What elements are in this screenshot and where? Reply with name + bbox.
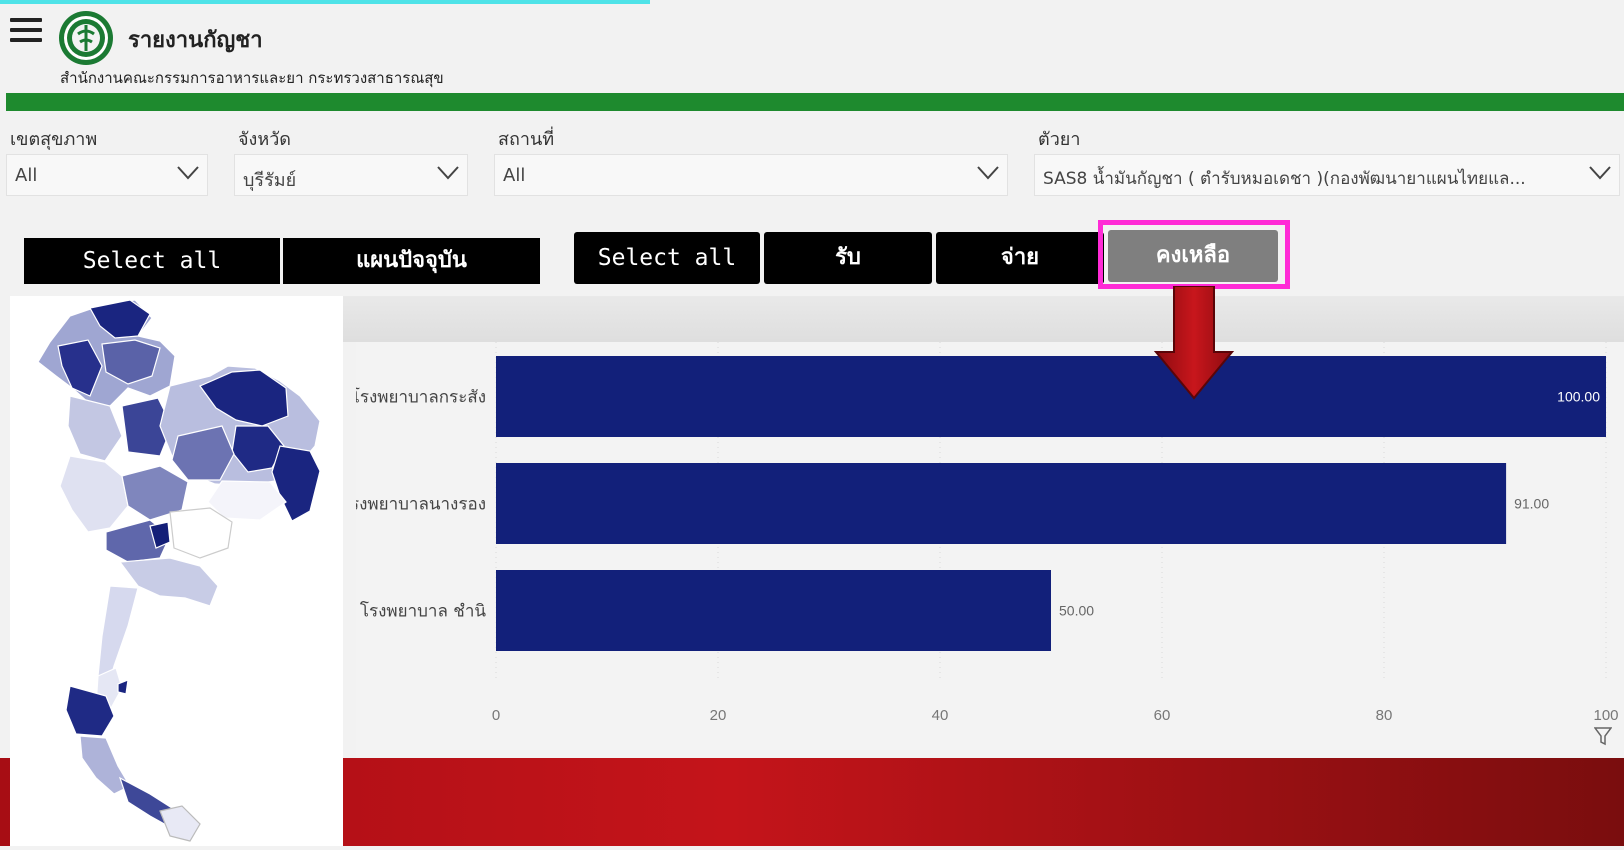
- header-divider: [6, 93, 1624, 111]
- chevron-down-icon: [977, 166, 999, 180]
- bar[interactable]: [496, 570, 1051, 651]
- dropdown-value: All: [503, 165, 526, 186]
- chevron-down-icon: [1589, 166, 1611, 180]
- background-strip: [343, 296, 1624, 342]
- chart-svg: 0 20 40 60 80 100 โรงพยาบาลกระสัง 100.00 โรงพยาบ…: [341, 342, 1619, 724]
- filter-label-province: จังหวัด: [238, 129, 291, 150]
- location-dropdown[interactable]: All: [494, 154, 1008, 196]
- filter-label-health-region: เขตสุขภาพ: [10, 129, 98, 150]
- x-tick-label: 100: [1593, 707, 1618, 724]
- x-tick-label: 60: [1154, 707, 1171, 724]
- drug-dropdown[interactable]: SAS8 น้ำมันกัญชา ( ตำรับหมอเดชา )(กองพัฒ…: [1034, 154, 1620, 196]
- x-tick-label: 0: [492, 707, 500, 724]
- thailand-map[interactable]: [10, 296, 343, 846]
- dispense-button[interactable]: จ่าย: [936, 232, 1104, 284]
- data-label: 91.00: [1514, 496, 1549, 512]
- remaining-button[interactable]: คงเหลือ: [1108, 230, 1278, 282]
- chevron-down-icon: [437, 166, 459, 180]
- data-label: 50.00: [1059, 603, 1094, 619]
- chevron-down-icon: [177, 166, 199, 180]
- category-label: โรงพยาบาลกระสัง: [356, 387, 486, 408]
- dropdown-value: SAS8 น้ำมันกัญชา ( ตำรับหมอเดชา )(กองพัฒ…: [1043, 169, 1526, 189]
- filter-label-drug: ตัวยา: [1038, 129, 1081, 150]
- category-label: โรงพยาบาลนางรอง: [356, 494, 486, 515]
- bar[interactable]: [496, 463, 1507, 544]
- x-tick-label: 40: [932, 707, 949, 724]
- select-all-type-button[interactable]: Select all: [24, 238, 280, 284]
- page-subtitle: สำนักงานคณะกรรมการอาหารและยา กระทรวงสาธา…: [60, 69, 444, 87]
- receive-button[interactable]: รับ: [764, 232, 932, 284]
- dropdown-value: บุรีรัมย์: [243, 170, 297, 191]
- current-medicine-button[interactable]: แผนปัจจุบัน: [283, 238, 540, 284]
- category-label: โรงพยาบาล ชำนิ: [360, 601, 487, 622]
- filter-icon[interactable]: [1593, 726, 1613, 746]
- data-label: 100.00: [1557, 389, 1600, 405]
- x-tick-label: 20: [710, 707, 727, 724]
- bar[interactable]: [496, 356, 1606, 437]
- arrow-down-icon: [1152, 285, 1236, 406]
- province-dropdown[interactable]: บุรีรัมย์: [234, 154, 468, 196]
- page-title: รายงานกัญชา: [128, 28, 263, 53]
- ministry-logo: [58, 10, 114, 66]
- bar-chart[interactable]: 0 20 40 60 80 100 โรงพยาบาลกระสัง 100.00 โรงพยาบ…: [341, 342, 1624, 758]
- select-all-transaction-button[interactable]: Select all: [574, 232, 760, 284]
- menu-icon[interactable]: [10, 18, 42, 44]
- health-region-dropdown[interactable]: All: [6, 154, 208, 196]
- top-accent-line: [0, 0, 650, 4]
- filter-label-location: สถานที่: [498, 129, 555, 150]
- x-tick-label: 80: [1376, 707, 1393, 724]
